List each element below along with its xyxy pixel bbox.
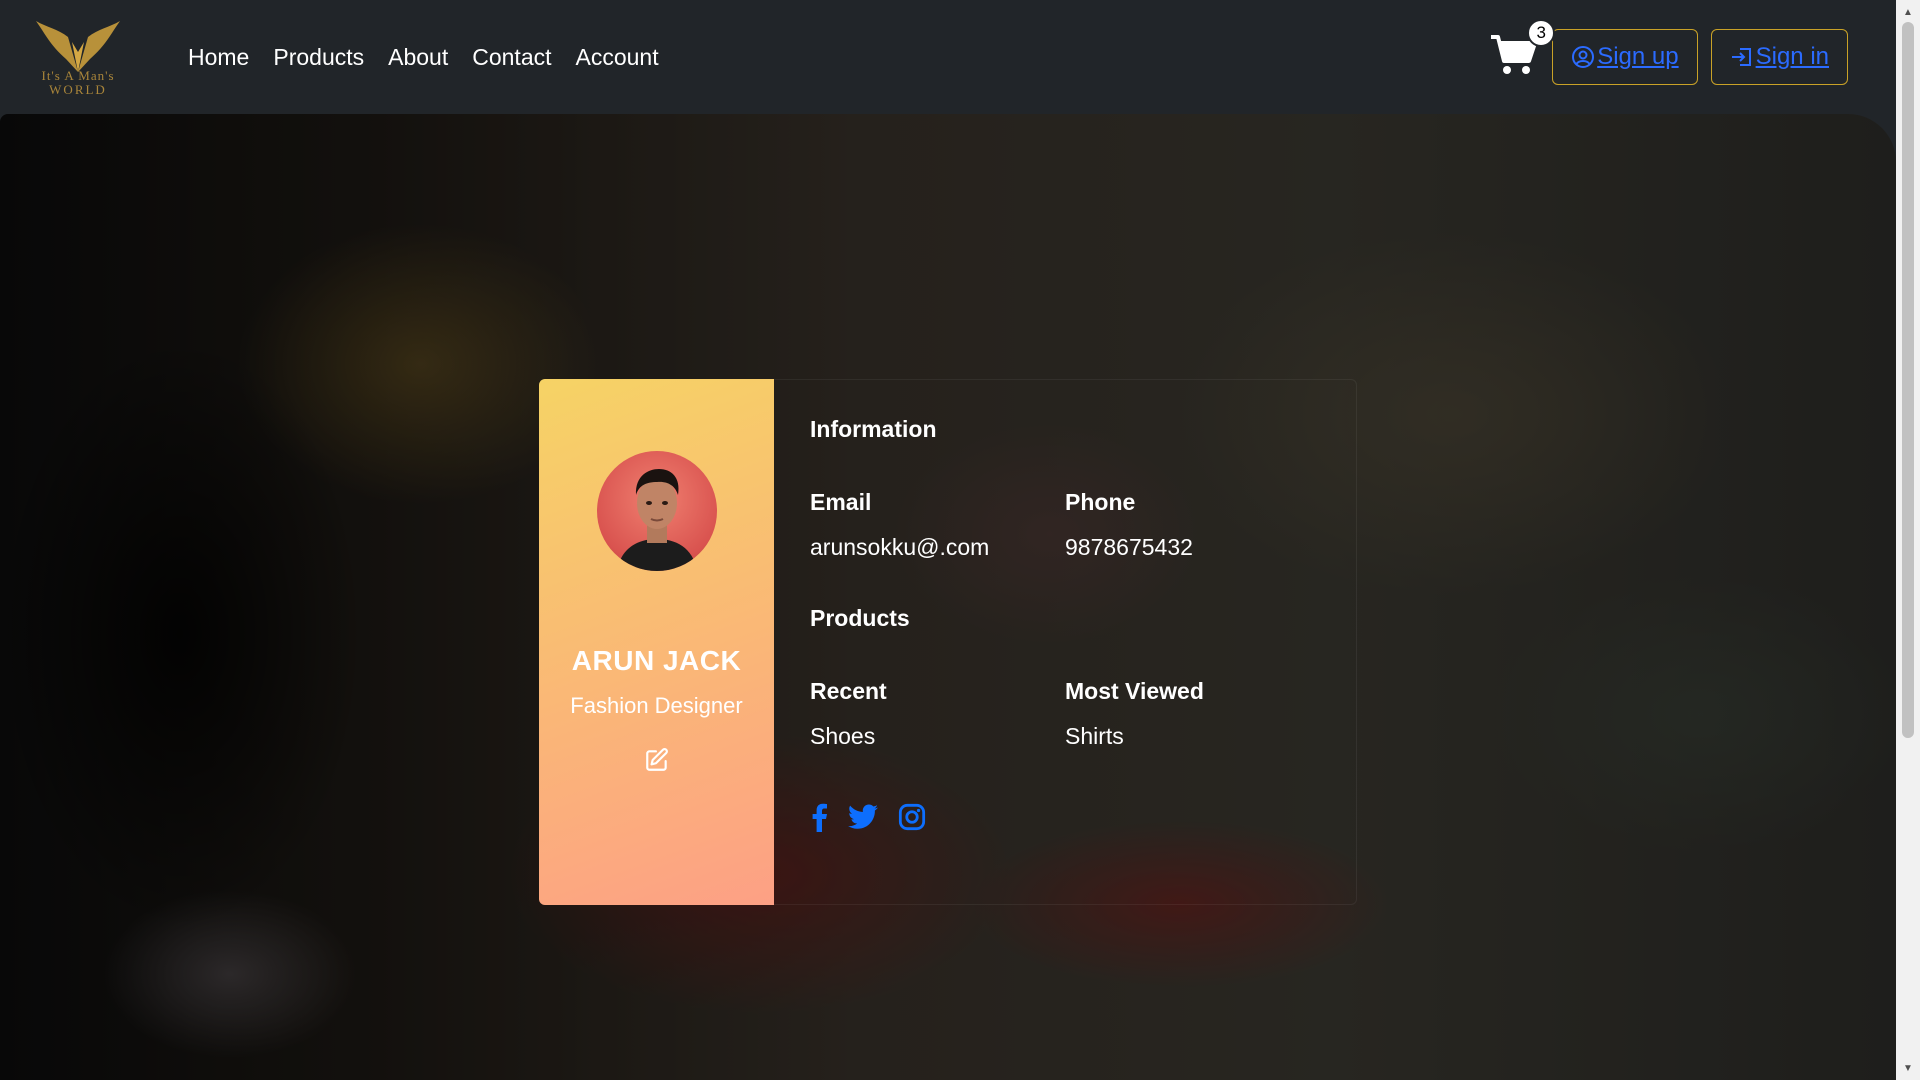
recent-label: Recent [810, 678, 887, 704]
sign-in-button[interactable]: Sign in [1710, 29, 1848, 85]
brand-line2: WORLD [49, 82, 107, 97]
products-row: Recent Shoes Most Viewed Shirts [810, 678, 1320, 750]
email-label: Email [810, 489, 872, 515]
phone-section: Phone 9878675432 [1065, 489, 1320, 561]
information-title: Information [810, 416, 937, 442]
most-viewed-value: Shirts [1065, 723, 1124, 749]
twitter-link[interactable] [848, 804, 878, 830]
nav-link-home[interactable]: Home [188, 44, 249, 71]
nav-link-account[interactable]: Account [576, 44, 659, 71]
most-viewed-section: Most Viewed Shirts [1065, 678, 1320, 750]
nav-actions: 3 Sign up Sign in [1489, 19, 1848, 85]
avatar-image [616, 469, 697, 571]
sign-up-button[interactable]: Sign up [1552, 29, 1698, 85]
brand-logo[interactable]: It's A Man's WORLD [18, 17, 138, 97]
brand-line1: It's A Man's [41, 68, 115, 83]
nav-link-about[interactable]: About [388, 44, 448, 71]
recent-section: Recent Shoes [810, 678, 1065, 750]
phone-label: Phone [1065, 489, 1136, 515]
most-viewed-label: Most Viewed [1065, 678, 1204, 704]
instagram-icon [898, 803, 926, 831]
social-links [810, 802, 1320, 832]
sign-in-icon [1731, 48, 1751, 66]
page: It's A Man's WORLD Home Products About C… [0, 0, 1920, 1080]
avatar [596, 451, 717, 571]
nav-links: Home Products About Contact Account [188, 44, 659, 71]
edit-icon [645, 748, 668, 771]
nav-link-contact[interactable]: Contact [472, 44, 551, 71]
instagram-link[interactable] [898, 803, 926, 831]
edit-profile-button[interactable] [644, 747, 670, 778]
cart-button[interactable]: 3 [1489, 19, 1556, 81]
navbar: It's A Man's WORLD Home Products About C… [0, 0, 1896, 114]
facebook-icon [812, 803, 827, 832]
email-section: Email arunsokku@.com [810, 489, 1065, 561]
profile-role: Fashion Designer [570, 693, 743, 718]
nav-link-products[interactable]: Products [273, 44, 364, 71]
sign-in-label: Sign in [1755, 43, 1829, 70]
profile-name: ARUN JACK [571, 645, 742, 676]
scroll-down-arrow-icon[interactable]: ▼ [1896, 1058, 1920, 1078]
scroll-up-arrow-icon[interactable]: ▲ [1896, 2, 1920, 22]
sign-up-label: Sign up [1597, 43, 1679, 70]
phone-value: 9878675432 [1065, 534, 1193, 560]
scrollbar-thumb[interactable] [1902, 22, 1914, 738]
contact-row: Email arunsokku@.com Phone 9878675432 [810, 489, 1320, 561]
recent-value: Shoes [810, 723, 876, 749]
user-circle-icon [1572, 46, 1595, 68]
email-value: arunsokku@.com [810, 534, 990, 560]
facebook-link[interactable] [810, 802, 828, 832]
profile-card-left: ARUN JACK Fashion Designer [539, 379, 774, 905]
products-title: Products [810, 605, 910, 631]
cart-count-badge: 3 [1527, 19, 1556, 47]
profile-card: ARUN JACK Fashion Designer Information E… [539, 379, 1357, 905]
profile-card-right: Information Email arunsokku@.com Phone 9… [774, 379, 1357, 905]
page-scrollbar[interactable]: ▲ ▼ [1896, 0, 1920, 1080]
twitter-icon [848, 804, 878, 829]
